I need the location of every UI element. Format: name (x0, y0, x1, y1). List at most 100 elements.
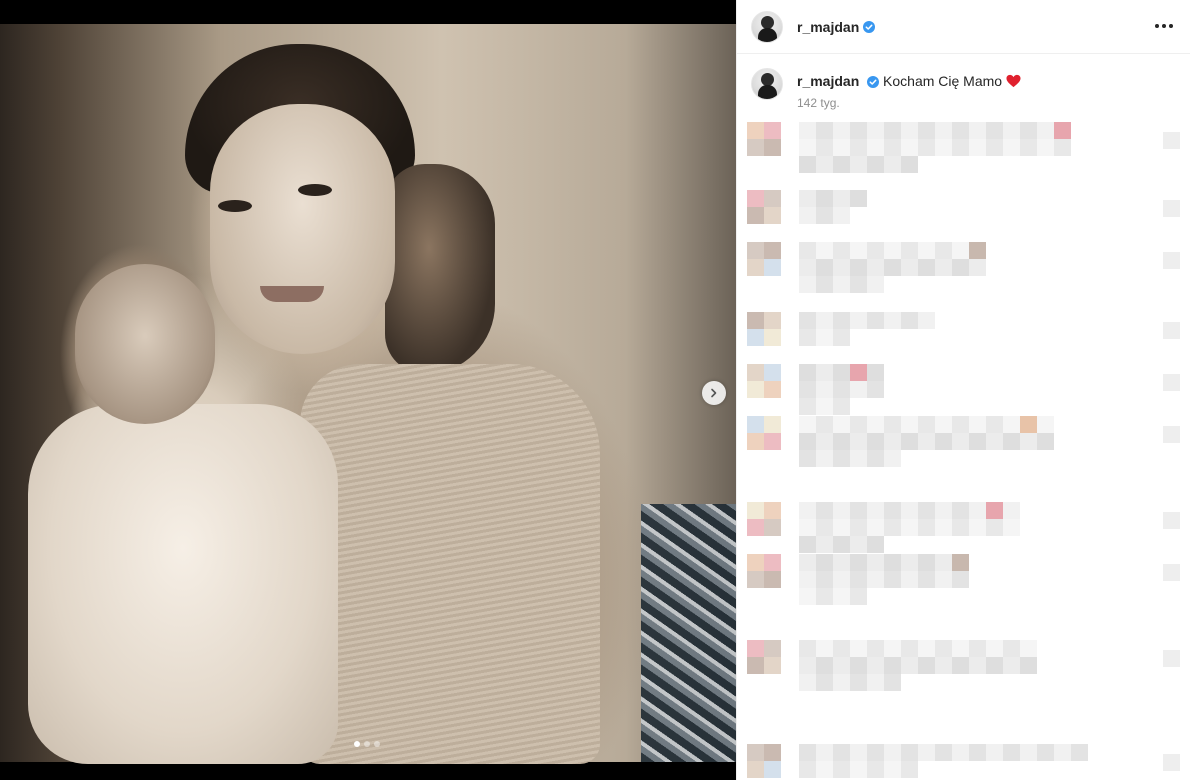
pixel-block (747, 139, 764, 156)
pixel-block (901, 259, 918, 276)
caption-username[interactable]: r_majdan (797, 73, 859, 89)
pixel-block (952, 554, 969, 571)
pixel-block (935, 139, 952, 156)
pixel-block (867, 156, 884, 173)
pixel-block (884, 744, 901, 761)
pixel-block (850, 571, 867, 588)
pixel-block (816, 122, 833, 139)
pixel-block (747, 640, 764, 657)
pixel-block (764, 259, 781, 276)
pixel-block (833, 571, 850, 588)
more-options-icon (1162, 24, 1166, 28)
pixel-block (1020, 139, 1037, 156)
pixel-block (884, 674, 901, 691)
pixel-block (901, 312, 918, 329)
pixel-block (969, 744, 986, 761)
pixel-block (986, 139, 1003, 156)
pixel-block (935, 519, 952, 536)
comment-like-icon[interactable] (1163, 754, 1180, 771)
pixel-block (935, 744, 952, 761)
pixel-block (747, 122, 764, 139)
pixel-block (935, 571, 952, 588)
pixel-block (833, 259, 850, 276)
pixel-block (952, 433, 969, 450)
header-username[interactable]: r_majdan (797, 19, 859, 35)
pixel-block (833, 156, 850, 173)
pixel-block (884, 657, 901, 674)
pixel-block (850, 502, 867, 519)
pixel-block (764, 139, 781, 156)
pixel-block (986, 502, 1003, 519)
pixel-block (935, 242, 952, 259)
pixel-block (918, 554, 935, 571)
pixel-block (867, 554, 884, 571)
caption-avatar[interactable] (751, 68, 783, 100)
pixel-block (901, 657, 918, 674)
pixel-block (1071, 744, 1088, 761)
comment-like-icon[interactable] (1163, 322, 1180, 339)
pixel-block (799, 381, 816, 398)
next-slide-button[interactable] (702, 381, 726, 405)
pixel-block (833, 674, 850, 691)
pixel-block (918, 139, 935, 156)
pixel-block (867, 122, 884, 139)
pixel-block (833, 207, 850, 224)
pixel-block (799, 398, 816, 415)
pixel-block (867, 242, 884, 259)
pixel-block (969, 139, 986, 156)
pixel-block (833, 416, 850, 433)
pixel-block (850, 416, 867, 433)
pixel-block (764, 381, 781, 398)
pixel-block (867, 640, 884, 657)
pixel-block (867, 571, 884, 588)
pixel-block (884, 156, 901, 173)
avatar[interactable] (751, 10, 783, 43)
pixel-block (833, 381, 850, 398)
pixel-block (747, 657, 764, 674)
pixel-block (764, 312, 781, 329)
comment-like-icon[interactable] (1163, 426, 1180, 443)
pixel-block (986, 744, 1003, 761)
more-options-button[interactable] (1152, 16, 1176, 36)
pixel-block (747, 744, 764, 761)
verified-badge-icon (867, 76, 880, 89)
pixel-block (867, 416, 884, 433)
comment-like-icon[interactable] (1163, 200, 1180, 217)
carousel-dot (374, 741, 380, 747)
pixel-block (952, 657, 969, 674)
comment-like-icon[interactable] (1163, 374, 1180, 391)
pixel-block (764, 502, 781, 519)
pixel-block (747, 242, 764, 259)
pixel-block (918, 640, 935, 657)
pixel-block (747, 381, 764, 398)
pixel-block (816, 502, 833, 519)
carousel-dot (364, 741, 370, 747)
pixel-block (833, 744, 850, 761)
pixel-block (884, 416, 901, 433)
comment-like-icon[interactable] (1163, 132, 1180, 149)
post-photo[interactable] (0, 24, 736, 764)
comment-like-icon[interactable] (1163, 512, 1180, 529)
pixel-block (867, 450, 884, 467)
pixel-block (799, 242, 816, 259)
pixel-block (747, 571, 764, 588)
pixel-block (867, 433, 884, 450)
comment-like-icon[interactable] (1163, 564, 1180, 581)
pixel-block (747, 190, 764, 207)
pixel-block (816, 433, 833, 450)
pixel-block (747, 312, 764, 329)
pixel-block (1037, 744, 1054, 761)
pixel-block (1003, 657, 1020, 674)
pixel-block (1003, 416, 1020, 433)
comment-like-icon[interactable] (1163, 252, 1180, 269)
pixel-block (850, 536, 867, 553)
pixel-block (884, 761, 901, 778)
pixel-block (1020, 416, 1037, 433)
comment-like-icon[interactable] (1163, 650, 1180, 667)
pixel-block (799, 519, 816, 536)
pixel-block (850, 554, 867, 571)
pixel-block (867, 502, 884, 519)
pixel-block (935, 259, 952, 276)
pixel-block (969, 122, 986, 139)
pixel-block (969, 242, 986, 259)
